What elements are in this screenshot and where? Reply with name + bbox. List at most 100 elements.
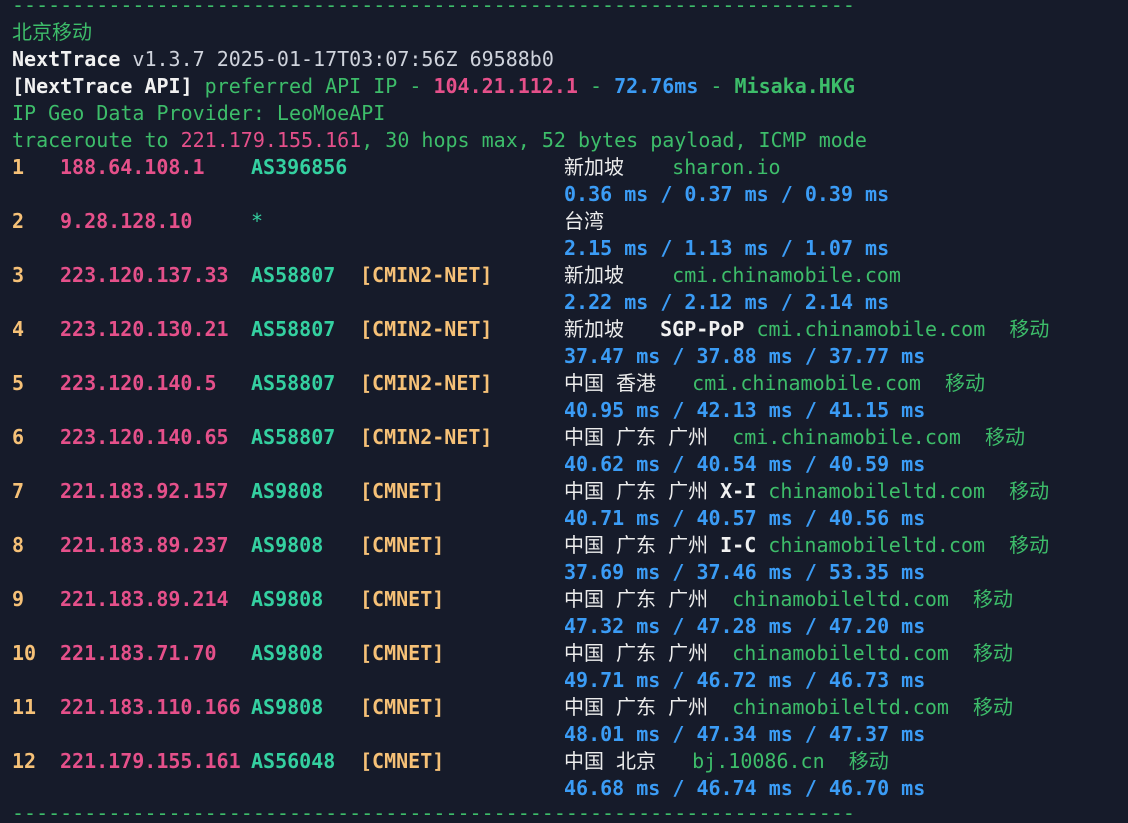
- hop-ip: 223.120.137.33: [60, 263, 229, 287]
- latency-1: 47.32 ms: [564, 614, 661, 638]
- hop-geo-group: 中国 广东 广州 X-I chinamobileltd.com 移动: [564, 478, 1049, 505]
- hop-network-tag: [CMNET]: [360, 533, 445, 557]
- hop-number: 10: [12, 641, 37, 665]
- hop-number: 6: [12, 425, 25, 449]
- api-node: Misaka.HKG: [734, 74, 855, 98]
- hop-latencies: 47.32 ms / 47.28 ms / 47.20 ms: [564, 613, 925, 640]
- hop-latencies: 48.01 ms / 47.34 ms / 47.37 ms: [564, 721, 925, 748]
- hop-number: 4: [12, 317, 25, 341]
- hop-number: 8: [12, 533, 25, 557]
- terminal-window[interactable]: ----------------------------------------…: [0, 0, 1128, 823]
- hop-geo-group: 中国 广东 广州 I-C chinamobileltd.com 移动: [564, 532, 1049, 559]
- trace-target: 221.179.155.161: [180, 128, 362, 152]
- hop-geo-group: 中国 广东 广州 chinamobileltd.com 移动: [564, 694, 1013, 721]
- latency-1: 46.68 ms: [564, 776, 661, 800]
- location-title: 北京移动: [12, 20, 92, 44]
- hop-hostname: sharon.io: [672, 155, 781, 179]
- hop-ip: 221.183.71.70: [60, 641, 217, 665]
- latency-2: 1.13 ms: [684, 236, 769, 260]
- latency-separator: /: [660, 344, 697, 368]
- hop-row: 9 221.183.89.214 AS9808 [CMNET] 中国 广东 广州 chi…: [0, 586, 1128, 613]
- hop-isp: 移动: [960, 425, 1026, 449]
- latency-2: 46.74 ms: [696, 776, 793, 800]
- hop-asn: AS9808: [251, 533, 324, 557]
- hop-row: 3 223.120.137.33 AS58807 [CMIN2-NET] 新加坡 cmi…: [0, 262, 1128, 289]
- hop-geo: 中国 广东 广州: [564, 695, 733, 719]
- hop-geo-group: 中国 广东 广州 chinamobileltd.com 移动: [564, 640, 1013, 667]
- latency-3: 2.14 ms: [804, 290, 890, 314]
- version-line: NextTrace v1.3.7 2025-01-17T03:07:56Z 69…: [12, 46, 554, 73]
- hop-isp: 移动: [948, 695, 1014, 719]
- hop-ip: 221.179.155.161: [60, 749, 241, 773]
- hop-geo-group: 台湾: [564, 208, 604, 235]
- hop-ip: 223.120.140.65: [60, 425, 229, 449]
- hop-row: 5 223.120.140.5 AS58807 [CMIN2-NET] 中国 香港 cm…: [0, 370, 1128, 397]
- hop-number: 12: [12, 749, 37, 773]
- latency-separator: /: [660, 614, 697, 638]
- hop-hostname: cmi.chinamobile.com: [756, 317, 986, 341]
- hop-network-tag: [CMNET]: [360, 587, 445, 611]
- latency-3: 40.59 ms: [828, 452, 926, 476]
- hop-isp: 移动: [985, 533, 1050, 557]
- latency-separator: /: [768, 236, 805, 260]
- api-latency: 72.76ms: [614, 74, 699, 98]
- hop-row: 11 221.183.110.166 AS9808 [CMNET] 中国 广东 广州 c…: [0, 694, 1128, 721]
- hop-hostname: chinamobileltd.com: [732, 587, 949, 611]
- hop-geo: 新加坡: [564, 263, 673, 287]
- latency-2: 40.57 ms: [696, 506, 793, 530]
- hop-geo: 中国 香港: [564, 371, 693, 395]
- hop-latency-row: 47.32 ms / 47.28 ms / 47.20 ms: [0, 613, 1128, 640]
- hop-geo: 中国 广东 广州: [564, 533, 721, 557]
- latency-3: 41.15 ms: [828, 398, 926, 422]
- hop-number: 2: [12, 209, 25, 233]
- hop-network-tag: [CMIN2-NET]: [360, 263, 493, 287]
- hop-network-tag: [CMNET]: [360, 695, 445, 719]
- latency-separator: /: [792, 506, 829, 530]
- hop-ip: 221.183.89.214: [60, 587, 229, 611]
- hop-ip: 223.120.130.21: [60, 317, 229, 341]
- latency-2: 37.88 ms: [696, 344, 793, 368]
- hop-geo-extra: X-I: [720, 479, 769, 503]
- hop-latency-row: 37.69 ms / 37.46 ms / 53.35 ms: [0, 559, 1128, 586]
- hop-network-tag: [CMNET]: [360, 749, 445, 773]
- latency-3: 46.73 ms: [828, 668, 926, 692]
- bottom-divider: ----------------------------------------…: [12, 801, 855, 823]
- hop-geo: 台湾: [564, 209, 604, 233]
- hop-ip: 9.28.128.10: [60, 209, 193, 233]
- api-text: preferred API IP -: [192, 74, 434, 98]
- latency-2: 42.13 ms: [696, 398, 793, 422]
- latency-separator: /: [648, 290, 685, 314]
- hop-number: 9: [12, 587, 25, 611]
- hop-isp: 移动: [920, 371, 986, 395]
- hop-geo-extra: SGP-PoP: [660, 317, 757, 341]
- latency-separator: /: [660, 506, 697, 530]
- api-ip: 104.21.112.1: [433, 74, 578, 98]
- hop-number: 11: [12, 695, 37, 719]
- hop-geo: 新加坡: [564, 317, 661, 341]
- latency-2: 37.46 ms: [696, 560, 793, 584]
- latency-separator: /: [792, 668, 829, 692]
- hop-geo-group: 中国 香港 cmi.chinamobile.com 移动: [564, 370, 985, 397]
- latency-1: 40.95 ms: [564, 398, 661, 422]
- api-tag: [NextTrace API]: [12, 74, 193, 98]
- hop-hostname: chinamobileltd.com: [768, 533, 986, 557]
- api-sep-2: -: [698, 74, 735, 98]
- hop-ip: 188.64.108.1: [60, 155, 205, 179]
- hop-latency-row: 40.71 ms / 40.57 ms / 40.56 ms: [0, 505, 1128, 532]
- hop-network-tag: [CMIN2-NET]: [360, 425, 493, 449]
- latency-2: 40.54 ms: [696, 452, 793, 476]
- api-sep-1: -: [577, 74, 615, 98]
- hop-latencies: 40.62 ms / 40.54 ms / 40.59 ms: [564, 451, 925, 478]
- hop-asn: AS58807: [251, 317, 336, 341]
- hop-number: 5: [12, 371, 25, 395]
- latency-separator: /: [792, 398, 829, 422]
- traceroute-line: traceroute to 221.179.155.161, 30 hops m…: [12, 127, 867, 154]
- hop-latency-row: 2.22 ms / 2.12 ms / 2.14 ms: [0, 289, 1128, 316]
- hop-latency-row: 37.47 ms / 37.88 ms / 37.77 ms: [0, 343, 1128, 370]
- hop-network-tag: [CMNET]: [360, 641, 445, 665]
- hop-geo-group: 新加坡 cmi.chinamobile.com: [564, 262, 901, 289]
- latency-1: 49.71 ms: [564, 668, 661, 692]
- hop-asn: AS9808: [251, 587, 324, 611]
- hop-geo-group: 中国 广东 广州 chinamobileltd.com 移动: [564, 586, 1013, 613]
- latency-3: 47.20 ms: [828, 614, 926, 638]
